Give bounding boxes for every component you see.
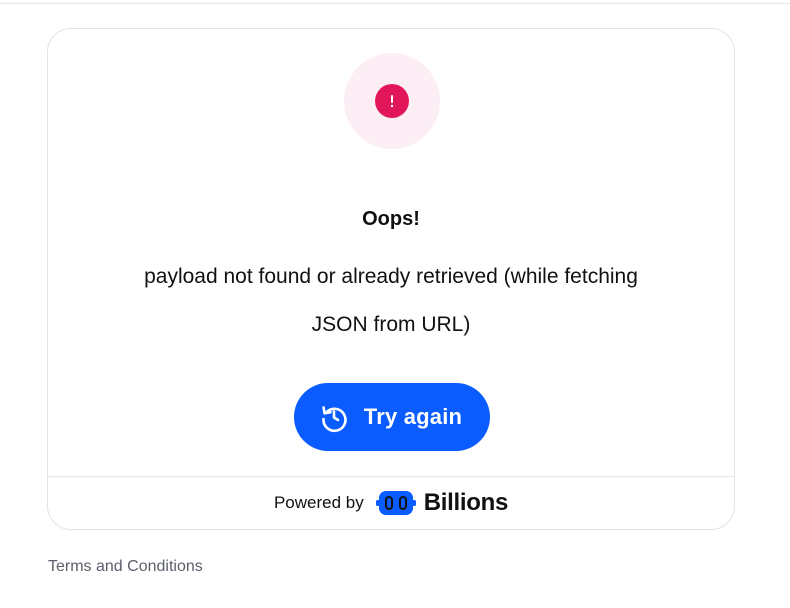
error-card: Oops! payload not found or already retri… [47,28,735,530]
alert-halo [344,53,440,149]
top-divider [0,3,790,4]
powered-by-label: Powered by [273,493,364,512]
try-again-label: Try again [363,404,463,429]
billions-logo-icon [375,490,416,516]
error-title: Oops! [362,208,420,230]
terms-link[interactable]: Terms and Conditions [48,558,203,576]
exclamation-icon [375,84,409,118]
brand-name: Billions [423,489,509,516]
error-message: payload not found or already retrieved (… [144,265,638,336]
powered-by-footer: Powered by Billions [48,477,734,529]
retry-icon [318,401,350,433]
try-again-button[interactable]: Try again [294,383,490,451]
